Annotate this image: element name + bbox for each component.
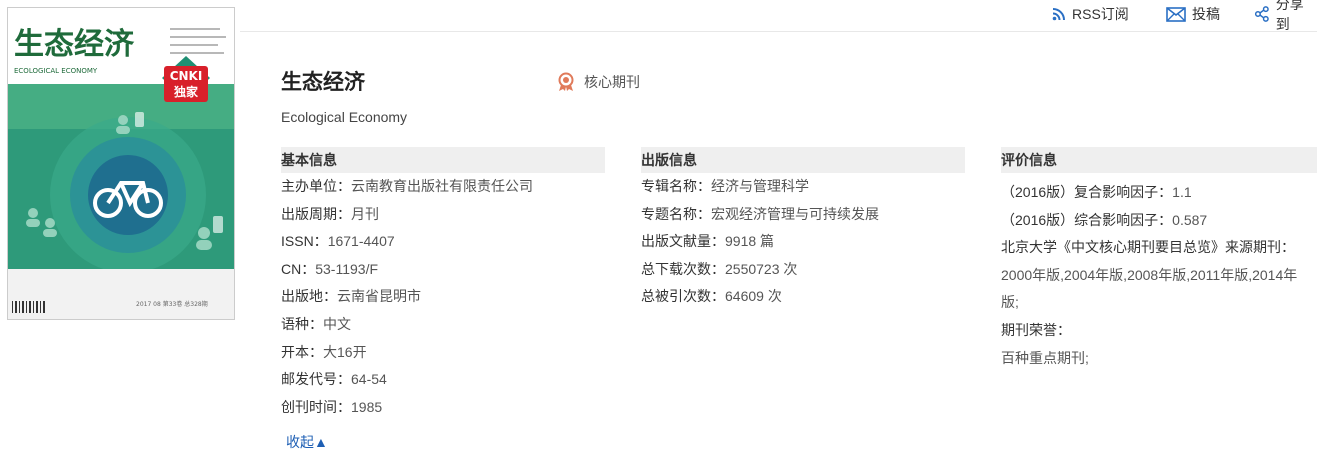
info-label: 开本：	[281, 343, 323, 360]
collapse-label: 收起	[286, 434, 314, 450]
info-value: 中文	[323, 315, 351, 332]
collapse-link[interactable]: 收起▲	[286, 432, 328, 452]
publish-info-item: 总被引次数：64609 次	[641, 283, 965, 311]
submit-label: 投稿	[1192, 6, 1220, 22]
award-icon	[558, 72, 574, 91]
basic-info-item: 主办单位：云南教育出版社有限责任公司	[281, 173, 605, 201]
info-label: 语种：	[281, 315, 323, 332]
pku-core-editions-cont: 版;	[1001, 294, 1019, 311]
impact-factor-composite: （2016版）复合影响因子：1.1	[1001, 179, 1317, 207]
publish-info-item: 专辑名称：经济与管理科学	[641, 173, 965, 201]
rss-subscribe-link[interactable]: RSS订阅	[1052, 4, 1129, 24]
publish-info-list: 专辑名称：经济与管理科学 专题名称：宏观经济管理与可持续发展 出版文献量：991…	[641, 173, 965, 311]
info-label: 总被引次数：	[641, 288, 725, 305]
publish-info-item: 总下载次数：2550723 次	[641, 256, 965, 284]
honors-label: 期刊荣誉：	[1001, 321, 1071, 338]
publish-info-item: 专题名称：宏观经济管理与可持续发展	[641, 201, 965, 229]
cover-title-en: ECOLOGICAL ECONOMY	[14, 67, 98, 75]
info-value: 1.1	[1172, 184, 1192, 200]
share-link[interactable]: 分享到	[1254, 0, 1317, 32]
journal-title: 生态经济	[281, 71, 365, 94]
info-value: 云南教育出版社有限责任公司	[351, 178, 533, 194]
share-icon	[1254, 6, 1269, 22]
info-label: 出版文献量：	[641, 233, 725, 250]
impact-factor-comprehensive: （2016版）综合影响因子：0.587	[1001, 207, 1317, 235]
basic-info-item: 邮发代号：64-54	[281, 366, 605, 394]
info-value: 宏观经济管理与可持续发展	[711, 205, 879, 222]
basic-info-item: 创刊时间：1985	[281, 394, 605, 422]
info-value: 0.587	[1172, 211, 1208, 228]
info-value: 9918 篇	[725, 233, 775, 250]
info-label: 总下载次数：	[641, 260, 725, 277]
info-label: 创刊时间：	[281, 398, 351, 415]
info-value: 云南省昆明市	[337, 288, 421, 305]
basic-info-item: 出版周期：月刊	[281, 201, 605, 229]
submit-link[interactable]: 投稿	[1166, 4, 1220, 24]
evaluation-info-body: （2016版）复合影响因子：1.1 （2016版）综合影响因子：0.587 北京…	[1001, 179, 1317, 372]
cnki-badge-bottom: 独家	[173, 84, 199, 99]
info-label: ISSN：	[281, 233, 328, 250]
info-label: 出版周期：	[281, 205, 351, 222]
journal-cover[interactable]: 生态经济 ECOLOGICAL ECONOMY CNKI 独家 2017 08 …	[7, 7, 235, 320]
honors-value: 百种重点期刊;	[1001, 349, 1089, 366]
cnki-badge-top: CNKI	[170, 69, 203, 83]
info-label: CN：	[281, 260, 316, 277]
basic-info-item: CN：53-1193/F	[281, 256, 605, 284]
publish-info-item: 出版文献量：9918 篇	[641, 228, 965, 256]
basic-info-item: 开本：大16开	[281, 339, 605, 367]
basic-info-heading: 基本信息	[281, 147, 605, 173]
info-label: （2016版）综合影响因子：	[1001, 211, 1173, 228]
cover-title-cn: 生态经济	[14, 27, 135, 62]
pku-core-label: 北京大学《中文核心期刊要目总览》来源期刊：	[1001, 239, 1295, 256]
cover-issue-text: 2017 08 第33卷 总328期	[136, 300, 208, 308]
publish-info-heading: 出版信息	[641, 147, 965, 173]
info-value: 1985	[351, 398, 383, 415]
info-value: 2550723 次	[725, 260, 798, 277]
journal-english-title: Ecological Economy	[281, 109, 408, 125]
evaluation-info-section: 评价信息 （2016版）复合影响因子：1.1 （2016版）综合影响因子：0.5…	[1001, 147, 1317, 372]
info-label: 出版地：	[281, 288, 337, 305]
info-value: 64609 次	[725, 288, 782, 305]
info-value: 64-54	[351, 371, 387, 388]
publish-info-section: 出版信息 专辑名称：经济与管理科学 专题名称：宏观经济管理与可持续发展 出版文献…	[641, 147, 965, 311]
rss-label: RSS订阅	[1072, 6, 1129, 22]
info-value: 53-1193/F	[315, 260, 379, 277]
chevron-up-icon: ▲	[314, 434, 328, 450]
info-label: 专题名称：	[641, 205, 711, 222]
info-value: 月刊	[351, 205, 379, 222]
info-value: 大16开	[323, 343, 367, 360]
basic-info-item: 出版地：云南省昆明市	[281, 283, 605, 311]
basic-info-item: 语种：中文	[281, 311, 605, 339]
basic-info-item: ISSN：1671-4407	[281, 228, 605, 256]
core-journal-badge: 核心期刊	[556, 72, 640, 92]
info-value: 1671-4407	[327, 233, 395, 250]
basic-info-list: 主办单位：云南教育出版社有限责任公司 出版周期：月刊 ISSN：1671-440…	[281, 173, 605, 421]
pku-core-editions: 2000年版,2004年版,2008年版,2011年版,2014年	[1001, 266, 1298, 283]
envelope-icon	[1166, 6, 1186, 22]
basic-info-section: 基本信息 主办单位：云南教育出版社有限责任公司 出版周期：月刊 ISSN：167…	[281, 147, 605, 421]
info-label: （2016版）复合影响因子：	[1001, 184, 1173, 200]
rss-icon	[1052, 8, 1065, 21]
info-label: 专辑名称：	[641, 178, 711, 194]
share-label: 分享到	[1275, 0, 1304, 32]
info-value: 经济与管理科学	[711, 178, 809, 194]
top-toolbar: RSS订阅 投稿 分享到	[240, 0, 1317, 32]
info-label: 邮发代号：	[281, 371, 351, 388]
core-journal-label: 核心期刊	[584, 74, 640, 90]
info-label: 主办单位：	[281, 178, 351, 194]
evaluation-info-heading: 评价信息	[1001, 147, 1317, 173]
